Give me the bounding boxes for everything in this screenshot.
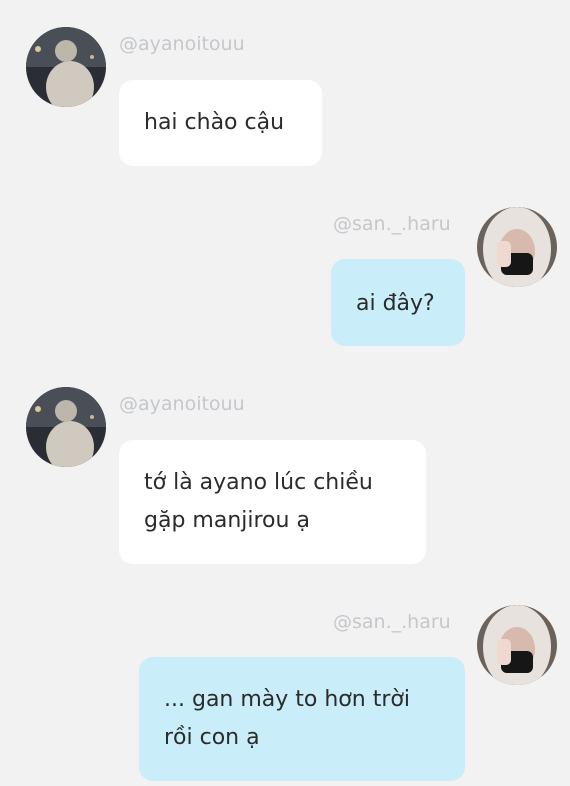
message-bubble[interactable]: ... gan mày to hơn trời rồi con ạ [139,657,465,781]
message-text-line: rồi con ạ [164,725,260,750]
avatar-san-haru[interactable] [477,207,557,287]
sender-username[interactable]: @ayanoitouu [119,393,245,415]
message-text-line: ai đây? [356,291,435,316]
message-bubble[interactable]: ai đây? [331,259,465,346]
sender-username[interactable]: @ayanoitouu [119,33,245,55]
avatar-ayanoitouu[interactable] [26,387,106,467]
message-text-line: tớ là ayano lúc chiều [144,470,373,495]
sender-username[interactable]: @san._.haru [333,611,451,633]
avatar-san-haru[interactable] [477,605,557,685]
message-bubble[interactable]: hai chào cậu [119,80,322,166]
message-text-line: ... gan mày to hơn trời [164,687,410,712]
sender-username[interactable]: @san._.haru [333,213,451,235]
message-bubble[interactable]: tớ là ayano lúc chiều gặp manjirou ạ [119,440,426,564]
avatar-ayanoitouu[interactable] [26,27,106,107]
message-text-line: hai chào cậu [144,110,285,135]
message-text-line: gặp manjirou ạ [144,508,310,533]
